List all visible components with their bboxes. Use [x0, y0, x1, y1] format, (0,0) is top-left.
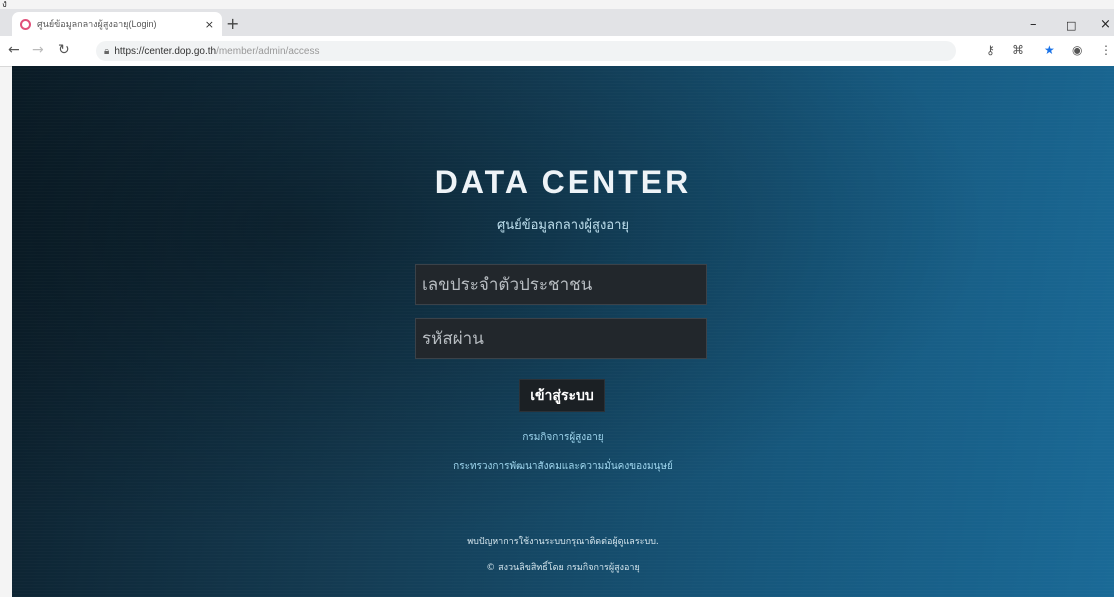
key-icon[interactable]: ⚷	[986, 43, 995, 57]
login-page: DATA CENTER ศูนย์ข้อมูลกลางผู้สูงอายุ เข…	[12, 66, 1114, 597]
browser-tab[interactable]: ศูนย์ข้อมูลกลางผู้สูงอายุ(Login) ×	[12, 12, 222, 36]
menu-icon[interactable]: ⋮	[1100, 43, 1112, 57]
account-icon[interactable]: ◉	[1072, 43, 1082, 57]
maximize-button[interactable]: □	[1066, 19, 1076, 32]
page-subtitle: ศูนย์ข้อมูลกลางผู้สูงอายุ	[496, 218, 630, 233]
copyright-text: © สงวนลิขสิทธิ์โดย กรมกิจการผู้สูงอายุ	[486, 563, 640, 573]
password-input[interactable]	[415, 318, 707, 359]
new-tab-button[interactable]: +	[226, 14, 239, 33]
browser-tab-strip: ศูนย์ข้อมูลกลางผู้สูงอายุ(Login) × + – □…	[0, 9, 1114, 36]
page-title: DATA CENTER	[434, 164, 692, 200]
browser-toolbar: ← → ↻ 🔒︎ https://center.dop.go.th /membe…	[0, 36, 1114, 67]
tab-close-icon[interactable]: ×	[205, 18, 214, 31]
ministry-link[interactable]: กระทรวงการพัฒนาสังคมและความมั่นคงของมนุษ…	[12, 459, 1114, 474]
favicon-icon	[20, 18, 31, 30]
url-host: https://center.dop.go.th	[114, 45, 217, 57]
address-bar[interactable]: 🔒︎ https://center.dop.go.th /member/admi…	[96, 41, 956, 61]
citizen-id-input[interactable]	[415, 264, 707, 305]
forward-arrow-icon[interactable]: →	[32, 42, 44, 58]
star-icon[interactable]: ★	[1044, 43, 1055, 57]
translate-icon[interactable]: ⌘	[1012, 43, 1024, 57]
window-close-button[interactable]: ×	[1100, 17, 1111, 32]
help-text: พบปัญหาการใช้งานระบบกรุณาติดต่อผู้ดูแลระ…	[467, 537, 659, 547]
url-path: /member/admin/access	[216, 45, 320, 57]
login-button[interactable]: เข้าสู่ระบบ	[519, 379, 605, 412]
reload-icon[interactable]: ↻	[58, 42, 70, 58]
lock-icon: 🔒︎	[104, 45, 110, 57]
minimize-button[interactable]: –	[1030, 17, 1037, 32]
department-link[interactable]: กรมกิจการผู้สูงอายุ	[12, 430, 1114, 445]
tab-title: ศูนย์ข้อมูลกลางผู้สูงอายุ(Login)	[37, 19, 157, 29]
back-arrow-icon[interactable]: ←	[8, 42, 20, 58]
